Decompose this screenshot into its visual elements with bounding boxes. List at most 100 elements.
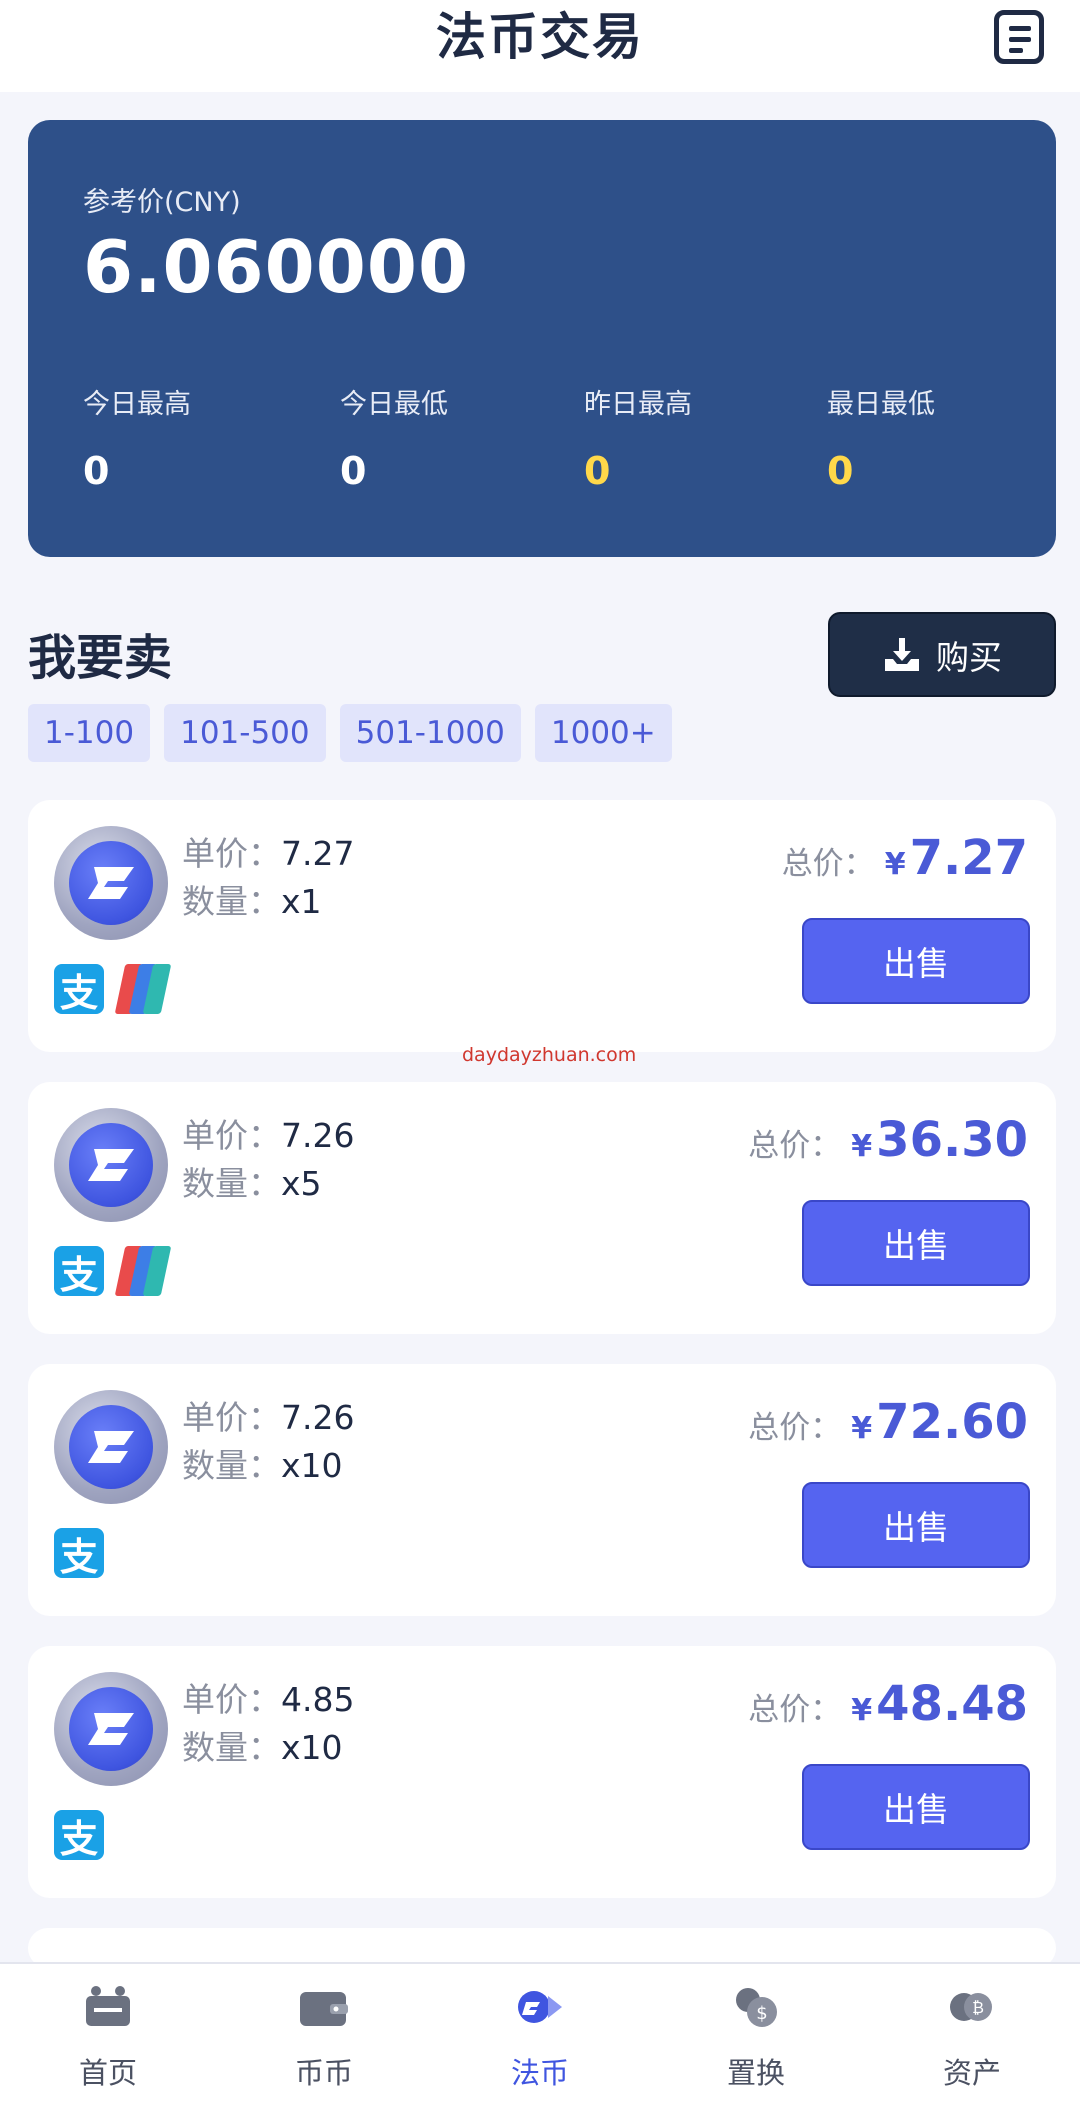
sell-button[interactable]: 出售: [802, 918, 1030, 1004]
coin-avatar: [54, 1672, 168, 1786]
quantity-value: x1: [281, 882, 322, 921]
coin-logo-icon: [88, 1713, 134, 1745]
total-label: 总价：: [781, 846, 875, 882]
unit-price-label: 单价：: [182, 1116, 281, 1155]
buy-button-label: 购买: [936, 637, 1002, 677]
filter-chip-101-500[interactable]: 101-500: [164, 704, 326, 762]
listing-info: 单价：7.26 数量：x10: [182, 1394, 354, 1490]
stat-label: 今日最低: [340, 389, 448, 420]
top-header: 法币交易: [0, 0, 1080, 92]
nav-label: 法币: [510, 2056, 569, 2090]
quantity-label: 数量：: [182, 882, 281, 921]
listing-info: 单价：7.26 数量：x5: [182, 1112, 354, 1208]
nav-item-assets[interactable]: ₿ 资产: [864, 1964, 1080, 2115]
filter-chip-1000-plus[interactable]: 1000+: [534, 704, 672, 762]
coin-logo-icon: [88, 1149, 134, 1181]
alipay-icon: 支: [54, 1246, 104, 1297]
coin-logo-icon: [88, 1431, 134, 1463]
reference-price-label: 参考价(CNY): [83, 187, 241, 218]
stat-label: 今日最高: [83, 389, 191, 420]
stat-yesterday-low: 最日最低 0: [827, 382, 935, 493]
download-tray-icon: [885, 637, 919, 671]
listing-info: 单价：4.85 数量：x10: [182, 1676, 354, 1772]
unit-price-label: 单价：: [182, 1398, 281, 1437]
stat-today-low: 今日最低 0: [340, 382, 448, 493]
filter-chip-1-100[interactable]: 1-100: [28, 704, 151, 762]
quantity-value: x5: [281, 1164, 322, 1203]
watermark: daydayzhuan.com: [462, 1044, 637, 1066]
listing-card: 单价：4.85 数量：x10 支 总价： ¥ 48.48 出售: [28, 1646, 1056, 1898]
stat-value: 0: [83, 449, 110, 493]
currency-symbol: ¥: [851, 1411, 873, 1446]
bottom-navigation: 首页 币币 法币 $ 置换 ₿ 资产: [0, 1962, 1080, 2115]
alipay-icon: 支: [54, 964, 104, 1015]
currency-symbol: ¥: [884, 847, 906, 882]
sell-button[interactable]: 出售: [802, 1200, 1030, 1286]
nav-item-fiat[interactable]: 法币: [432, 1964, 648, 2115]
payment-methods: 支: [54, 1246, 172, 1297]
payment-methods: 支: [54, 1528, 104, 1579]
stat-label: 最日最低: [827, 389, 935, 420]
total-label: 总价：: [748, 1128, 842, 1164]
nav-item-swap[interactable]: $ 置换: [648, 1964, 864, 2115]
unionpay-icon: [114, 964, 172, 1014]
filter-chip-501-1000[interactable]: 501-1000: [339, 704, 521, 762]
total-price: 总价： ¥ 36.30: [748, 1112, 1028, 1168]
unit-price-label: 单价：: [182, 1680, 281, 1719]
listing-card: 单价：7.27 数量：x1 支 总价： ¥ 7.27 出售: [28, 800, 1056, 1052]
reference-price-value: 6.060000: [83, 225, 470, 309]
stat-value: 0: [827, 449, 854, 493]
total-price: 总价： ¥ 48.48: [748, 1676, 1028, 1732]
coin-logo-icon: [88, 867, 134, 899]
fiat-exchange-icon: [518, 1991, 562, 2023]
stat-label: 昨日最高: [584, 389, 692, 420]
unit-price-value: 4.85: [281, 1680, 355, 1719]
listing-card: 单价：7.26 数量：x10 支 总价： ¥ 72.60 出售: [28, 1364, 1056, 1616]
quantity-value: x10: [281, 1446, 343, 1485]
alipay-icon: 支: [54, 1810, 104, 1861]
unit-price-value: 7.26: [281, 1398, 355, 1437]
total-amount: 7.27: [909, 830, 1028, 886]
svg-text:₿: ₿: [972, 1998, 984, 2017]
reference-price-card: 参考价(CNY) 6.060000 今日最高 0 今日最低 0 昨日最高 0 最…: [28, 120, 1056, 557]
total-amount: 72.60: [876, 1394, 1028, 1450]
total-price: 总价： ¥ 72.60: [748, 1394, 1028, 1450]
quantity-value: x10: [281, 1728, 343, 1767]
total-label: 总价：: [748, 1692, 842, 1728]
page-title: 法币交易: [436, 8, 644, 66]
currency-symbol: ¥: [851, 1693, 873, 1728]
listing-card: 单价：7.26 数量：x5 支 总价： ¥ 36.30 出售: [28, 1082, 1056, 1334]
document-list-icon[interactable]: [994, 10, 1044, 64]
stat-yesterday-high: 昨日最高 0: [584, 382, 692, 493]
quantity-label: 数量：: [182, 1446, 281, 1485]
nav-label: 置换: [726, 2056, 785, 2090]
total-amount: 36.30: [876, 1112, 1028, 1168]
quantity-label: 数量：: [182, 1728, 281, 1767]
assets-icon: ₿: [950, 1993, 992, 2021]
svg-text:$: $: [756, 2003, 767, 2024]
stat-value: 0: [340, 449, 367, 493]
currency-symbol: ¥: [851, 1129, 873, 1164]
listing-info: 单价：7.27 数量：x1: [182, 830, 354, 926]
unionpay-icon: [114, 1246, 172, 1296]
nav-label: 币币: [294, 2056, 353, 2090]
unit-price-value: 7.27: [281, 834, 355, 873]
unit-price-value: 7.26: [281, 1116, 355, 1155]
stat-today-high: 今日最高 0: [83, 382, 191, 493]
nav-label: 资产: [942, 2056, 1001, 2090]
payment-methods: 支: [54, 1810, 104, 1861]
alipay-icon: 支: [54, 1528, 104, 1579]
nav-item-home[interactable]: 首页: [0, 1964, 216, 2115]
wallet-icon: [300, 1992, 348, 2026]
total-label: 总价：: [748, 1410, 842, 1446]
sell-button[interactable]: 出售: [802, 1482, 1030, 1568]
stat-value: 0: [584, 449, 611, 493]
coin-avatar: [54, 1390, 168, 1504]
nav-item-coin[interactable]: 币币: [216, 1964, 432, 2115]
home-icon: [86, 1986, 130, 2026]
total-price: 总价： ¥ 7.27: [782, 830, 1028, 886]
sell-button[interactable]: 出售: [802, 1764, 1030, 1850]
buy-button[interactable]: 购买: [828, 612, 1056, 697]
section-title: 我要卖: [28, 630, 173, 686]
payment-methods: 支: [54, 964, 172, 1015]
